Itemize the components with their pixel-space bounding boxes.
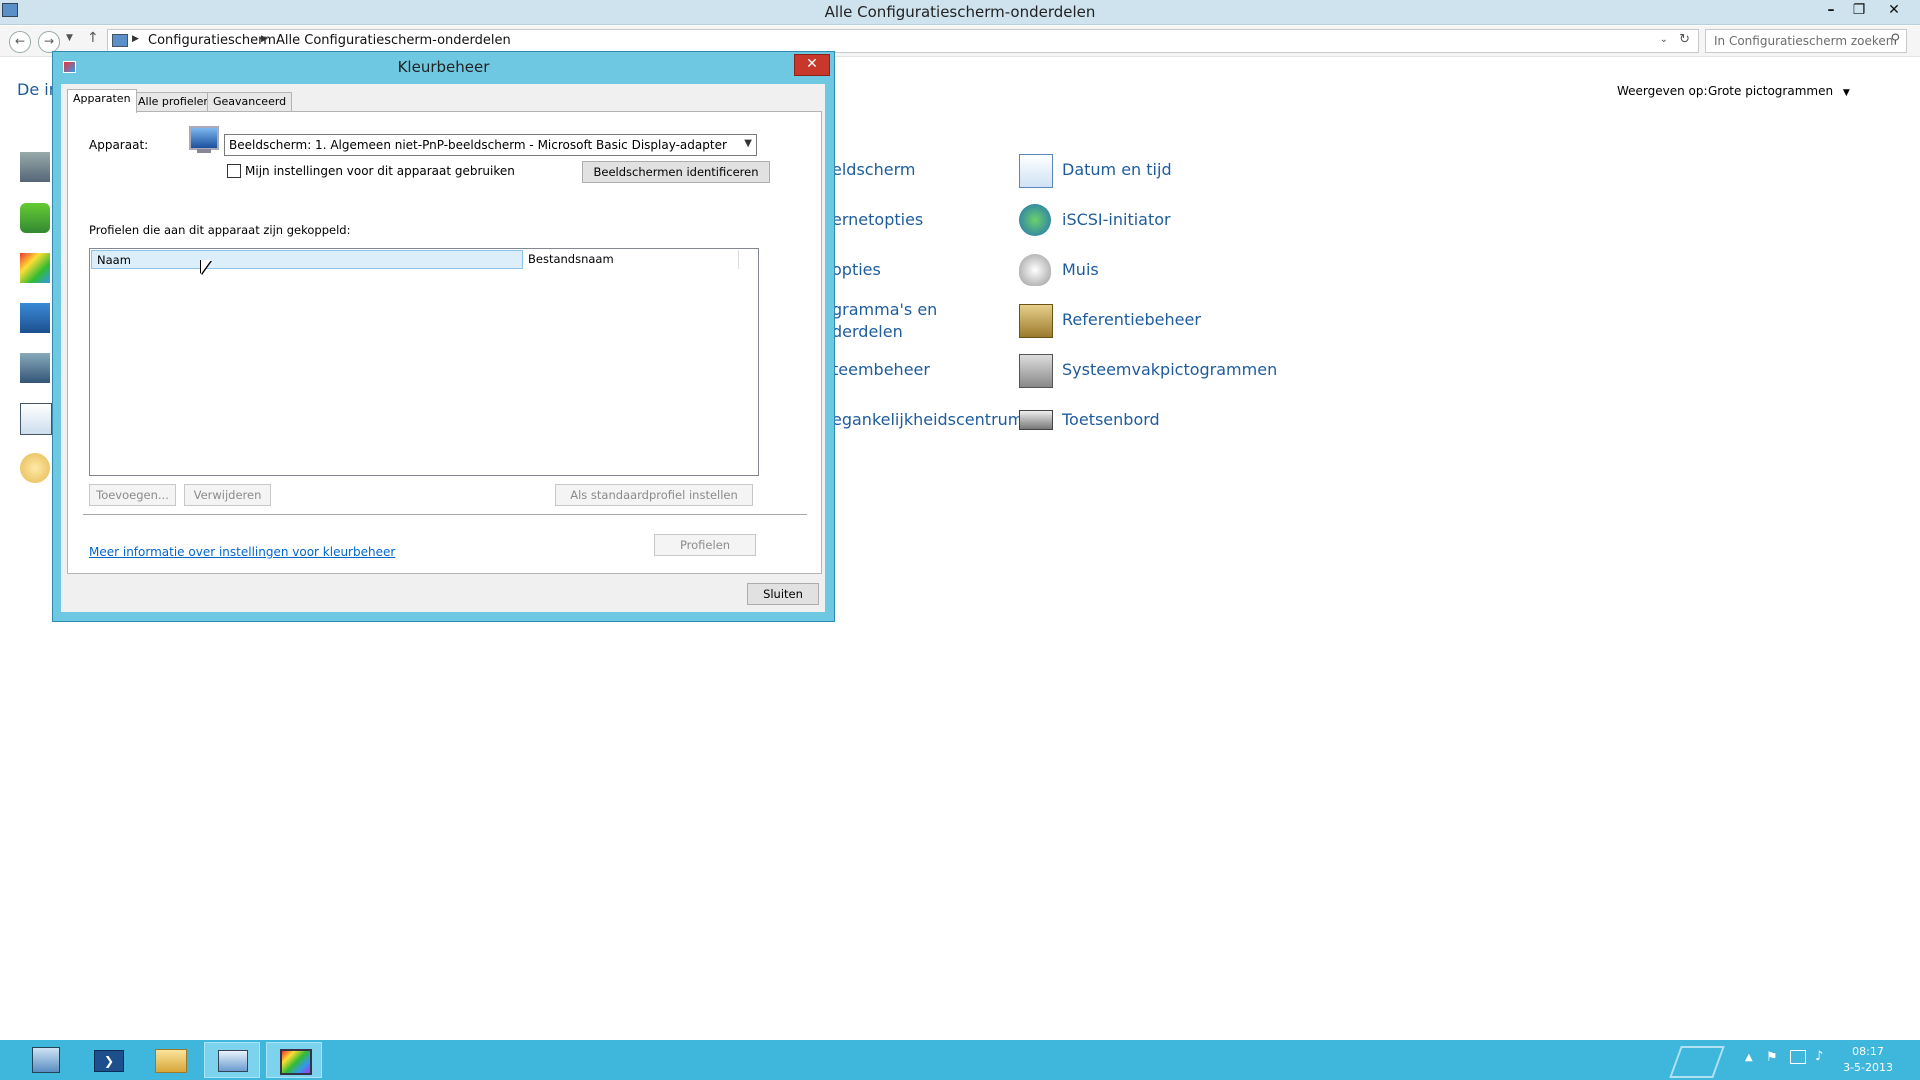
chevron-down-icon[interactable]: ▼ (744, 138, 752, 149)
search-input[interactable]: In Configuratiescherm zoeken ⚲ (1705, 29, 1907, 53)
watermark-book-icon (1669, 1046, 1725, 1078)
volume-icon[interactable]: ♪ (1815, 1049, 1823, 1064)
use-my-settings-label[interactable]: Mijn instellingen voor dit apparaat gebr… (245, 164, 515, 178)
column-header-name[interactable]: Naam (91, 250, 523, 269)
mouse-icon[interactable] (1019, 254, 1051, 286)
powershell-icon: ❯ (94, 1050, 124, 1072)
mouse-cursor-icon (201, 260, 211, 274)
search-icon[interactable]: ⚲ (1890, 32, 1900, 47)
tab-panel-devices: Apparaat: Beeldscherm: 1. Algemeen niet-… (67, 111, 822, 574)
cp-item-partial[interactable]: derdelen (832, 322, 903, 341)
forward-icon[interactable]: → (38, 31, 60, 53)
cp-item-iscsi[interactable]: iSCSI-initiator (1062, 210, 1171, 229)
flag-icon[interactable]: ⚑ (1766, 1050, 1778, 1065)
back-icon[interactable]: ← (9, 31, 31, 53)
divider (83, 514, 807, 515)
taskbar-clock[interactable]: 08:17 3-5-2013 (1843, 1044, 1893, 1076)
cp-item-date-time[interactable]: Datum en tijd (1062, 160, 1172, 179)
breadcrumb-item[interactable]: Alle Configuratiescherm-onderdelen (276, 33, 511, 48)
taskbar-file-explorer[interactable] (142, 1042, 198, 1078)
backup-icon[interactable] (20, 203, 50, 233)
search-placeholder: In Configuratiescherm zoeken (1714, 34, 1894, 48)
display-color-icon[interactable] (20, 253, 50, 283)
folder-icon (155, 1049, 187, 1073)
close-button[interactable]: ✕ (1880, 0, 1908, 22)
remove-profile-button[interactable]: Verwijderen (184, 484, 271, 506)
set-default-profile-button[interactable]: Als standaardprofiel instellen (555, 484, 753, 506)
color-monitor-icon (280, 1049, 312, 1075)
admin-tools-icon[interactable] (20, 152, 50, 182)
cp-item-keyboard[interactable]: Toetsenbord (1062, 410, 1160, 429)
profiles-list[interactable]: Naam Bestandsnaam (89, 248, 759, 476)
taskbar-server-manager[interactable] (18, 1042, 74, 1078)
profiles-label: Profielen die aan dit apparaat zijn geko… (89, 223, 351, 237)
restore-button[interactable]: ❐ (1845, 0, 1873, 22)
close-dialog-button[interactable]: Sluiten (747, 583, 819, 605)
network-tray-icon[interactable] (1790, 1050, 1806, 1064)
recent-locations-icon[interactable]: ▼ (66, 33, 73, 43)
tray-icons-icon[interactable] (1019, 354, 1053, 388)
window-titlebar: Alle Configuratiescherm-onderdelen – ❐ ✕ (0, 0, 1920, 25)
use-my-settings-checkbox[interactable] (227, 164, 241, 178)
monitor-stand-icon (197, 149, 211, 153)
cp-item-partial[interactable]: teembeheer (832, 360, 930, 379)
taskbar-color-management[interactable] (266, 1042, 322, 1078)
cp-item-partial[interactable]: egankelijkheidscentrum (832, 410, 1023, 429)
remote-app-icon[interactable] (20, 353, 50, 383)
color-management-dialog: Kleurbeheer ✕ Apparaten Alle profielen G… (52, 51, 835, 622)
address-bar[interactable]: ▶ Configuratiescherm ▶ Alle Configuratie… (107, 29, 1699, 53)
cp-item-notification-icons[interactable]: Systeemvakpictogrammen (1062, 360, 1277, 379)
minimize-button[interactable]: – (1817, 0, 1845, 22)
task-list-icon[interactable] (20, 403, 52, 435)
cp-item-partial[interactable]: gramma's en (832, 300, 937, 319)
cp-item-mouse[interactable]: Muis (1062, 260, 1099, 279)
breadcrumb-item[interactable]: Configuratiescherm (148, 33, 276, 48)
view-by-label: Weergeven op: (1617, 84, 1708, 98)
tab-advanced[interactable]: Geavanceerd (207, 92, 293, 112)
calendar-clock-icon[interactable] (1019, 154, 1053, 188)
more-info-link[interactable]: Meer informatie over instellingen voor k… (89, 545, 395, 559)
cp-item-partial[interactable]: ernetopties (832, 210, 923, 229)
refresh-icon[interactable]: ↻ (1679, 32, 1690, 47)
tab-devices[interactable]: Apparaten (67, 89, 137, 113)
dialog-close-button[interactable]: ✕ (794, 54, 830, 76)
chevron-down-icon[interactable]: ⌄ (1660, 34, 1668, 45)
speech-icon[interactable] (20, 453, 50, 483)
view-by-value: Grote pictogrammen (1708, 84, 1834, 98)
chevron-right-icon[interactable]: ▶ (261, 34, 268, 44)
credential-vault-icon[interactable] (1019, 304, 1053, 338)
taskbar-control-panel[interactable] (204, 1042, 260, 1078)
globe-icon[interactable] (1019, 204, 1051, 236)
dialog-body: Apparaten Alle profielen Geavanceerd App… (61, 84, 825, 612)
taskbar-powershell[interactable]: ❯ (80, 1042, 136, 1078)
view-by-dropdown[interactable]: Grote pictogrammen ▼ (1708, 84, 1850, 98)
cp-item-credential-manager[interactable]: Referentiebeheer (1062, 310, 1201, 329)
profiles-button[interactable]: Profielen (654, 534, 756, 556)
add-profile-button[interactable]: Toevoegen... (89, 484, 176, 506)
clock-date: 3-5-2013 (1843, 1061, 1893, 1074)
caret-down-icon: ▼ (1842, 88, 1850, 98)
chevron-right-icon[interactable]: ▶ (132, 34, 139, 44)
control-panel-icon (218, 1050, 248, 1072)
clock-time: 08:17 (1852, 1045, 1884, 1058)
up-icon[interactable]: ↑ (87, 30, 99, 46)
identify-displays-button[interactable]: Beeldschermen identificeren (582, 161, 770, 183)
network-icon[interactable] (20, 303, 50, 333)
control-panel-icon (112, 34, 128, 47)
device-label: Apparaat: (89, 138, 149, 152)
window-title: Alle Configuratiescherm-onderdelen (824, 3, 1096, 21)
device-select-value: Beeldscherm: 1. Algemeen niet-PnP-beelds… (229, 138, 727, 152)
keyboard-icon[interactable] (1019, 410, 1053, 430)
cp-item-partial[interactable]: opties (832, 260, 881, 279)
server-manager-icon (32, 1047, 60, 1073)
tab-all-profiles[interactable]: Alle profielen (132, 92, 217, 112)
dialog-title: Kleurbeheer (397, 58, 490, 76)
device-select[interactable]: Beeldscherm: 1. Algemeen niet-PnP-beelds… (224, 134, 757, 156)
taskbar: ❯ ▲ ⚑ ♪ 08:17 3-5-2013 (0, 1040, 1920, 1080)
column-header-filename[interactable]: Bestandsnaam (523, 250, 739, 269)
cp-item-partial[interactable]: eldscherm (832, 160, 915, 179)
show-hidden-icons-icon[interactable]: ▲ (1745, 1052, 1753, 1063)
monitor-icon (189, 126, 219, 150)
